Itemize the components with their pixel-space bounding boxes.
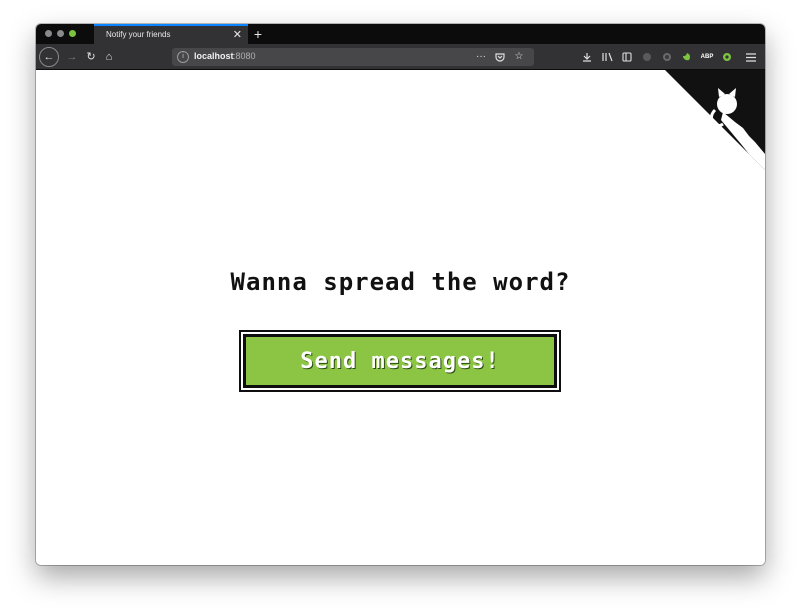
menu-icon[interactable] [743, 49, 759, 65]
sidebar-icon[interactable] [619, 49, 635, 65]
extension-circle-icon[interactable] [659, 49, 675, 65]
tab-close-icon[interactable]: ✕ [233, 28, 242, 42]
extension-globe-icon[interactable] [719, 49, 735, 65]
url-host: localhost [194, 51, 234, 61]
url-bar[interactable]: i localhost :8080 ··· ☆ [172, 48, 534, 66]
home-button[interactable]: ⌂ [100, 48, 118, 66]
forward-button[interactable]: → [63, 48, 81, 66]
github-corner-link[interactable] [665, 70, 765, 170]
new-tab-button[interactable]: + [250, 25, 266, 43]
send-messages-button[interactable]: Send messages! [243, 334, 557, 388]
bookmark-star-icon[interactable]: ☆ [512, 49, 526, 65]
reload-button[interactable]: ↻ [82, 48, 100, 66]
send-messages-button-label: Send messages! [300, 348, 500, 374]
page-content: Wanna spread the word? Send messages! [36, 70, 765, 565]
site-info-icon[interactable]: i [177, 51, 189, 63]
downloads-icon[interactable] [579, 49, 595, 65]
window-maximize-button[interactable] [69, 30, 76, 37]
adblock-plus-icon[interactable]: ABP [699, 49, 715, 65]
url-port: :8080 [233, 51, 256, 61]
tab-bar: Notify your friends ✕ + [36, 24, 765, 44]
extension-leaf-icon[interactable] [639, 49, 655, 65]
pocket-icon[interactable] [493, 49, 507, 65]
back-button[interactable]: ← [39, 47, 59, 67]
library-icon[interactable] [599, 49, 615, 65]
page-actions-icon[interactable]: ··· [474, 49, 488, 65]
tab-active[interactable]: Notify your friends ✕ [94, 24, 248, 44]
nav-toolbar: ← → ↻ ⌂ i localhost :8080 ··· ☆ ABP [36, 44, 765, 70]
extension-green-icon[interactable] [679, 49, 695, 65]
tab-title: Notify your friends [106, 30, 171, 39]
window-close-button[interactable] [45, 30, 52, 37]
browser-window: Notify your friends ✕ + ← → ↻ ⌂ i localh… [36, 24, 765, 565]
window-minimize-button[interactable] [57, 30, 64, 37]
page-headline: Wanna spread the word? [230, 268, 571, 296]
